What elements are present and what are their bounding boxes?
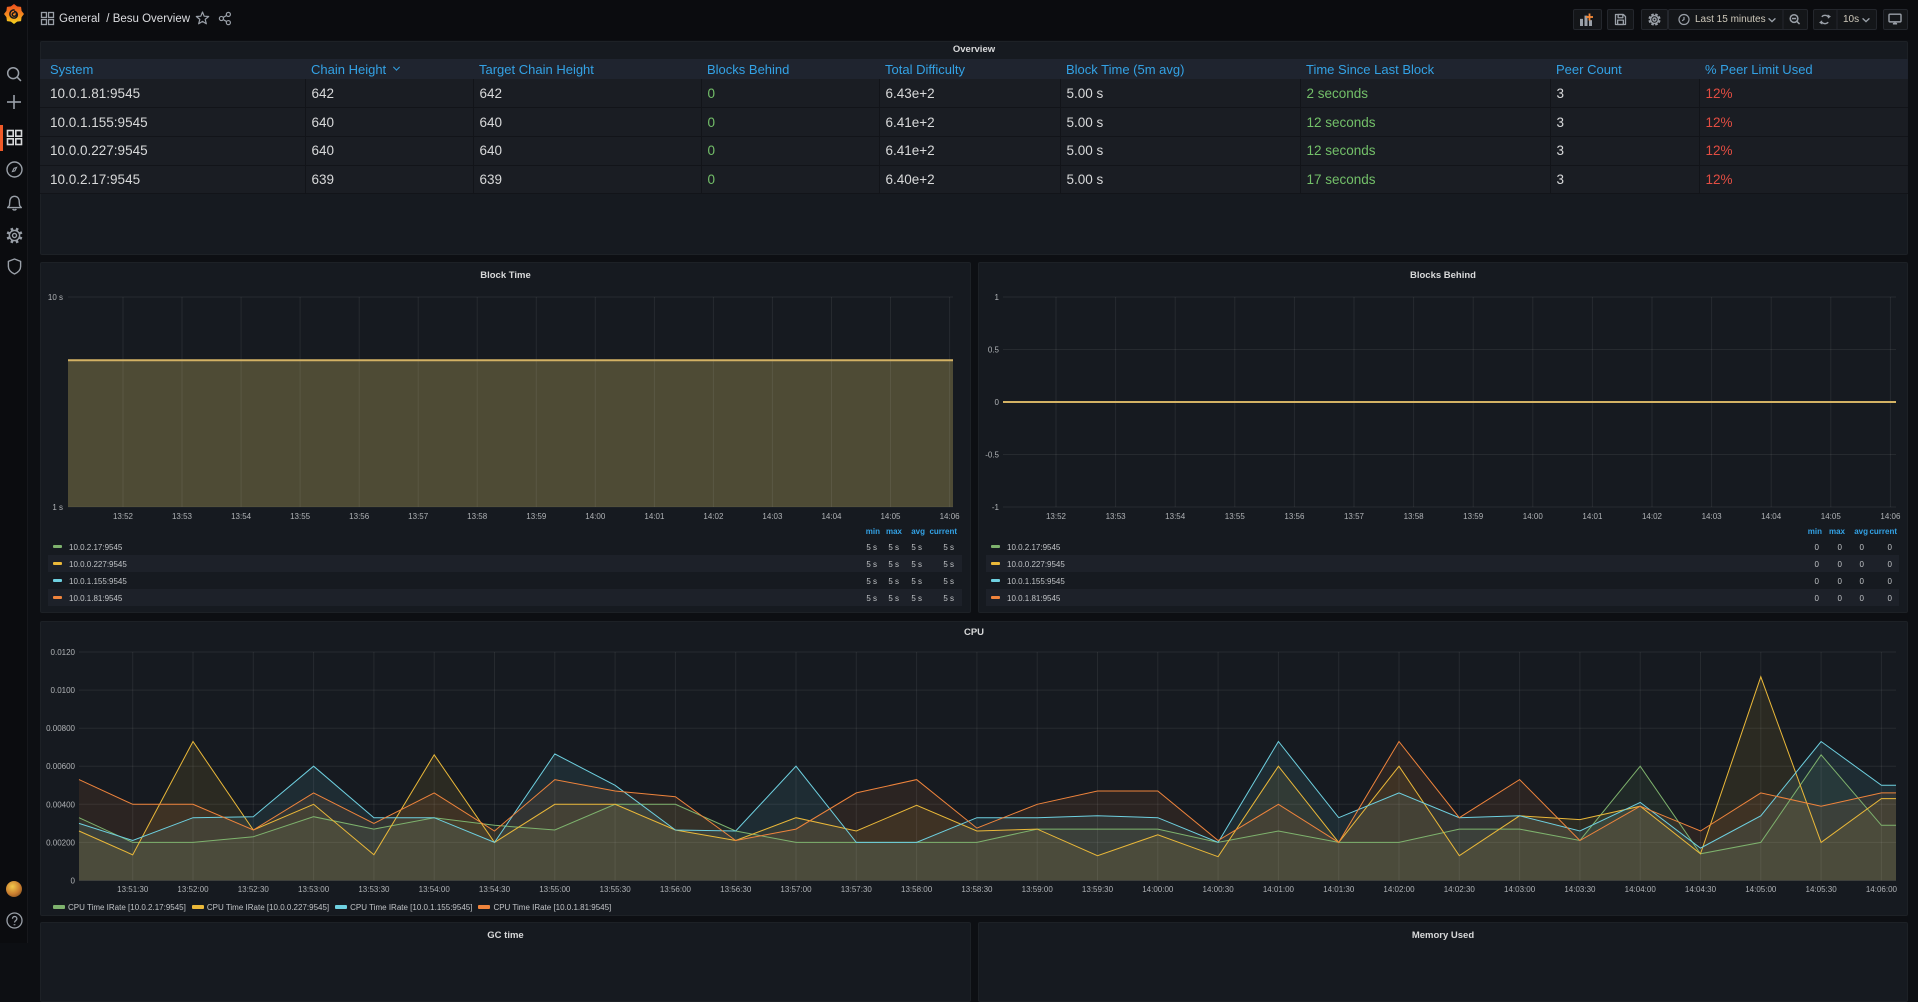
svg-text:0.0100: 0.0100 [51, 686, 76, 695]
svg-text:13:58: 13:58 [1404, 512, 1425, 521]
svg-text:13:52: 13:52 [1046, 512, 1067, 521]
svg-text:0.0120: 0.0120 [51, 648, 76, 657]
svg-text:13:57: 13:57 [408, 512, 429, 521]
svg-text:14:00:00: 14:00:00 [1142, 885, 1174, 894]
svg-text:14:04:30: 14:04:30 [1685, 885, 1717, 894]
svg-text:13:58: 13:58 [467, 512, 488, 521]
svg-text:14:02: 14:02 [703, 512, 724, 521]
svg-text:13:54: 13:54 [231, 512, 252, 521]
svg-text:13:56:00: 13:56:00 [660, 885, 692, 894]
svg-text:13:59: 13:59 [1463, 512, 1484, 521]
svg-text:13:53:30: 13:53:30 [358, 885, 390, 894]
svg-text:0: 0 [71, 877, 76, 886]
svg-text:14:01:00: 14:01:00 [1263, 885, 1295, 894]
svg-text:0: 0 [995, 398, 1000, 407]
svg-text:13:54: 13:54 [1165, 512, 1186, 521]
svg-text:14:03: 14:03 [762, 512, 783, 521]
svg-text:13:58:30: 13:58:30 [961, 885, 993, 894]
svg-text:13:52:00: 13:52:00 [177, 885, 209, 894]
svg-text:14:05:30: 14:05:30 [1806, 885, 1838, 894]
svg-text:14:06:00: 14:06:00 [1866, 885, 1898, 894]
svg-text:13:55: 13:55 [290, 512, 311, 521]
svg-text:14:00: 14:00 [1523, 512, 1544, 521]
svg-text:13:55: 13:55 [1225, 512, 1246, 521]
svg-text:14:00: 14:00 [585, 512, 606, 521]
svg-text:13:57:30: 13:57:30 [841, 885, 873, 894]
svg-text:13:59:00: 13:59:00 [1022, 885, 1054, 894]
svg-text:0.00400: 0.00400 [46, 800, 75, 809]
svg-text:13:54:00: 13:54:00 [419, 885, 451, 894]
svg-text:13:53: 13:53 [1106, 512, 1127, 521]
svg-text:13:57:00: 13:57:00 [780, 885, 812, 894]
svg-text:14:05: 14:05 [1821, 512, 1842, 521]
svg-text:13:55:30: 13:55:30 [600, 885, 632, 894]
svg-text:14:03: 14:03 [1702, 512, 1723, 521]
svg-text:14:06: 14:06 [1880, 512, 1901, 521]
svg-text:13:56: 13:56 [349, 512, 370, 521]
svg-text:0.00200: 0.00200 [46, 838, 75, 847]
svg-text:13:55:00: 13:55:00 [539, 885, 571, 894]
svg-text:14:00:30: 14:00:30 [1203, 885, 1235, 894]
svg-text:14:05: 14:05 [880, 512, 901, 521]
svg-text:14:04: 14:04 [1761, 512, 1782, 521]
svg-text:0.00800: 0.00800 [46, 724, 75, 733]
svg-text:13:54:30: 13:54:30 [479, 885, 511, 894]
svg-text:14:02:00: 14:02:00 [1383, 885, 1415, 894]
svg-text:-1: -1 [992, 503, 1000, 512]
svg-text:13:52:30: 13:52:30 [238, 885, 270, 894]
svg-text:13:56:30: 13:56:30 [720, 885, 752, 894]
svg-text:-0.5: -0.5 [985, 451, 999, 460]
svg-text:0.00600: 0.00600 [46, 762, 75, 771]
svg-text:13:57: 13:57 [1344, 512, 1365, 521]
svg-text:14:03:30: 14:03:30 [1564, 885, 1596, 894]
svg-text:13:56: 13:56 [1284, 512, 1305, 521]
svg-text:13:53:00: 13:53:00 [298, 885, 330, 894]
svg-text:14:02:30: 14:02:30 [1444, 885, 1476, 894]
svg-text:14:04:00: 14:04:00 [1625, 885, 1657, 894]
svg-text:14:02: 14:02 [1642, 512, 1663, 521]
svg-text:14:01: 14:01 [1582, 512, 1603, 521]
svg-text:13:59: 13:59 [526, 512, 547, 521]
svg-text:14:01: 14:01 [644, 512, 665, 521]
svg-text:14:04: 14:04 [821, 512, 842, 521]
svg-text:13:58:00: 13:58:00 [901, 885, 933, 894]
svg-text:1 s: 1 s [52, 503, 63, 512]
svg-text:14:06: 14:06 [940, 512, 961, 521]
svg-text:10 s: 10 s [48, 293, 63, 302]
svg-text:13:59:30: 13:59:30 [1082, 885, 1114, 894]
svg-text:13:51:30: 13:51:30 [117, 885, 149, 894]
svg-text:14:01:30: 14:01:30 [1323, 885, 1355, 894]
svg-text:13:53: 13:53 [172, 512, 193, 521]
svg-text:0.5: 0.5 [988, 346, 1000, 355]
svg-text:14:05:00: 14:05:00 [1745, 885, 1777, 894]
svg-text:1: 1 [995, 293, 1000, 302]
svg-text:13:52: 13:52 [113, 512, 134, 521]
svg-text:14:03:00: 14:03:00 [1504, 885, 1536, 894]
